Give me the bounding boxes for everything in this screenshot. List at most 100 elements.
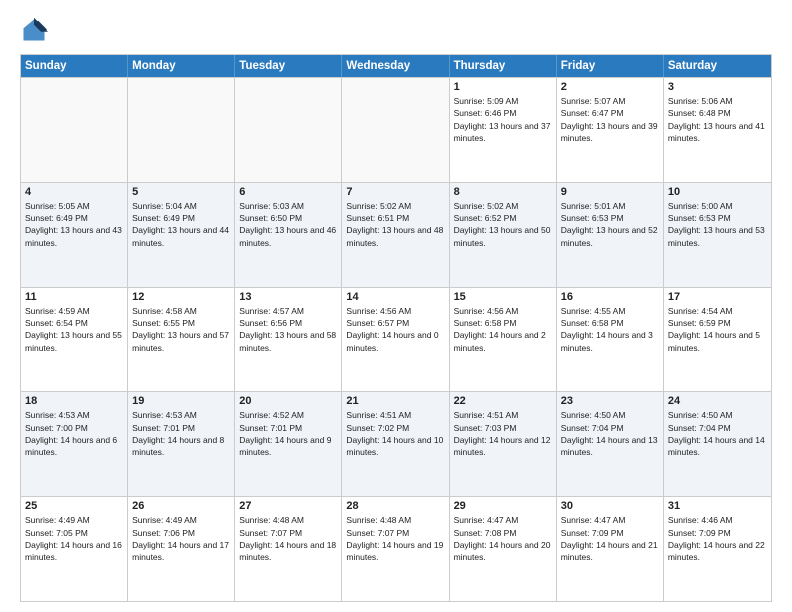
day-number: 31 [668, 500, 767, 512]
cell-sun-info: Sunrise: 4:55 AM Sunset: 6:58 PM Dayligh… [561, 305, 659, 354]
header-day-tuesday: Tuesday [235, 55, 342, 77]
empty-cell [235, 78, 342, 182]
cell-sun-info: Sunrise: 5:05 AM Sunset: 6:49 PM Dayligh… [25, 200, 123, 249]
day-cell-5: 5 Sunrise: 5:04 AM Sunset: 6:49 PM Daylig… [128, 183, 235, 287]
day-number: 19 [132, 395, 230, 407]
day-number: 2 [561, 81, 659, 93]
cell-sun-info: Sunrise: 4:53 AM Sunset: 7:00 PM Dayligh… [25, 409, 123, 458]
day-cell-12: 12Sunrise: 4:58 AM Sunset: 6:55 PM Dayli… [128, 288, 235, 392]
day-cell-1: 1 Sunrise: 5:09 AM Sunset: 6:46 PM Daylig… [450, 78, 557, 182]
header [20, 16, 772, 44]
day-cell-6: 6 Sunrise: 5:03 AM Sunset: 6:50 PM Daylig… [235, 183, 342, 287]
day-number: 4 [25, 186, 123, 198]
day-cell-10: 10 Sunrise: 5:00 AM Sunset: 6:53 PM Dayli… [664, 183, 771, 287]
day-number: 13 [239, 291, 337, 303]
cell-sun-info: Sunrise: 4:52 AM Sunset: 7:01 PM Dayligh… [239, 409, 337, 458]
empty-cell [21, 78, 128, 182]
cell-sun-info: Sunrise: 5:07 AM Sunset: 6:47 PM Dayligh… [561, 95, 659, 144]
day-cell-31: 31 Sunrise: 4:46 AM Sunset: 7:09 PM Dayli… [664, 497, 771, 601]
day-number: 30 [561, 500, 659, 512]
day-cell-4: 4 Sunrise: 5:05 AM Sunset: 6:49 PM Daylig… [21, 183, 128, 287]
cell-sun-info: Sunrise: 4:46 AM Sunset: 7:09 PM Dayligh… [668, 514, 767, 563]
day-number: 5 [132, 186, 230, 198]
day-number: 8 [454, 186, 552, 198]
day-cell-17: 17Sunrise: 4:54 AM Sunset: 6:59 PM Dayli… [664, 288, 771, 392]
day-cell-11: 11 Sunrise: 4:59 AM Sunset: 6:54 PM Dayli… [21, 288, 128, 392]
day-number: 16 [561, 291, 659, 303]
cell-sun-info: Sunrise: 4:50 AM Sunset: 7:04 PM Dayligh… [561, 409, 659, 458]
day-cell-22: 22 Sunrise: 4:51 AM Sunset: 7:03 PM Dayli… [450, 392, 557, 496]
day-number: 18 [25, 395, 123, 407]
cell-sun-info: Sunrise: 5:02 AM Sunset: 6:52 PM Dayligh… [454, 200, 552, 249]
cell-sun-info: Sunrise: 4:51 AM Sunset: 7:03 PM Dayligh… [454, 409, 552, 458]
day-cell-15: 15 Sunrise: 4:56 AM Sunset: 6:58 PM Dayli… [450, 288, 557, 392]
cell-sun-info: Sunrise: 4:59 AM Sunset: 6:54 PM Dayligh… [25, 305, 123, 354]
cell-sun-info: Sunrise: 4:48 AM Sunset: 7:07 PM Dayligh… [239, 514, 337, 563]
day-number: 3 [668, 81, 767, 93]
day-cell-30: 30 Sunrise: 4:47 AM Sunset: 7:09 PM Dayli… [557, 497, 664, 601]
day-number: 26 [132, 500, 230, 512]
day-cell-9: 9Sunrise: 5:01 AM Sunset: 6:53 PM Daylig… [557, 183, 664, 287]
cell-sun-info: Sunrise: 5:00 AM Sunset: 6:53 PM Dayligh… [668, 200, 767, 249]
day-cell-16: 16 Sunrise: 4:55 AM Sunset: 6:58 PM Dayli… [557, 288, 664, 392]
day-number: 12 [132, 291, 230, 303]
day-number: 15 [454, 291, 552, 303]
cell-sun-info: Sunrise: 5:03 AM Sunset: 6:50 PM Dayligh… [239, 200, 337, 249]
day-number: 7 [346, 186, 444, 198]
cell-sun-info: Sunrise: 4:53 AM Sunset: 7:01 PM Dayligh… [132, 409, 230, 458]
day-number: 10 [668, 186, 767, 198]
day-cell-13: 13 Sunrise: 4:57 AM Sunset: 6:56 PM Dayli… [235, 288, 342, 392]
cell-sun-info: Sunrise: 5:06 AM Sunset: 6:48 PM Dayligh… [668, 95, 767, 144]
day-number: 21 [346, 395, 444, 407]
day-number: 24 [668, 395, 767, 407]
day-cell-18: 18 Sunrise: 4:53 AM Sunset: 7:00 PM Dayli… [21, 392, 128, 496]
day-cell-25: 25Sunrise: 4:49 AM Sunset: 7:05 PM Dayli… [21, 497, 128, 601]
calendar: SundayMondayTuesdayWednesdayThursdayFrid… [20, 54, 772, 602]
calendar-body: 1 Sunrise: 5:09 AM Sunset: 6:46 PM Daylig… [21, 77, 771, 601]
day-number: 14 [346, 291, 444, 303]
cell-sun-info: Sunrise: 5:04 AM Sunset: 6:49 PM Dayligh… [132, 200, 230, 249]
day-number: 28 [346, 500, 444, 512]
logo-icon [20, 16, 48, 44]
day-cell-7: 7 Sunrise: 5:02 AM Sunset: 6:51 PM Daylig… [342, 183, 449, 287]
cell-sun-info: Sunrise: 4:49 AM Sunset: 7:06 PM Dayligh… [132, 514, 230, 563]
header-day-saturday: Saturday [664, 55, 771, 77]
day-cell-20: 20 Sunrise: 4:52 AM Sunset: 7:01 PM Dayli… [235, 392, 342, 496]
cell-sun-info: Sunrise: 4:56 AM Sunset: 6:57 PM Dayligh… [346, 305, 444, 354]
calendar-header: SundayMondayTuesdayWednesdayThursdayFrid… [21, 55, 771, 77]
day-number: 23 [561, 395, 659, 407]
day-cell-23: 23 Sunrise: 4:50 AM Sunset: 7:04 PM Dayli… [557, 392, 664, 496]
day-number: 9 [561, 186, 659, 198]
header-day-friday: Friday [557, 55, 664, 77]
day-cell-28: 28 Sunrise: 4:48 AM Sunset: 7:07 PM Dayli… [342, 497, 449, 601]
cell-sun-info: Sunrise: 4:49 AM Sunset: 7:05 PM Dayligh… [25, 514, 123, 563]
cell-sun-info: Sunrise: 4:57 AM Sunset: 6:56 PM Dayligh… [239, 305, 337, 354]
page: SundayMondayTuesdayWednesdayThursdayFrid… [0, 0, 792, 612]
day-cell-29: 29Sunrise: 4:47 AM Sunset: 7:08 PM Dayli… [450, 497, 557, 601]
cell-sun-info: Sunrise: 5:09 AM Sunset: 6:46 PM Dayligh… [454, 95, 552, 144]
day-number: 20 [239, 395, 337, 407]
cell-sun-info: Sunrise: 4:54 AM Sunset: 6:59 PM Dayligh… [668, 305, 767, 354]
day-cell-2: 2 Sunrise: 5:07 AM Sunset: 6:47 PM Daylig… [557, 78, 664, 182]
day-cell-27: 27Sunrise: 4:48 AM Sunset: 7:07 PM Dayli… [235, 497, 342, 601]
cell-sun-info: Sunrise: 5:02 AM Sunset: 6:51 PM Dayligh… [346, 200, 444, 249]
day-cell-26: 26 Sunrise: 4:49 AM Sunset: 7:06 PM Dayli… [128, 497, 235, 601]
cell-sun-info: Sunrise: 4:47 AM Sunset: 7:08 PM Dayligh… [454, 514, 552, 563]
day-cell-8: 8 Sunrise: 5:02 AM Sunset: 6:52 PM Daylig… [450, 183, 557, 287]
cell-sun-info: Sunrise: 4:47 AM Sunset: 7:09 PM Dayligh… [561, 514, 659, 563]
day-number: 11 [25, 291, 123, 303]
week-row-1: 1 Sunrise: 5:09 AM Sunset: 6:46 PM Daylig… [21, 77, 771, 182]
header-day-sunday: Sunday [21, 55, 128, 77]
header-day-thursday: Thursday [450, 55, 557, 77]
day-number: 22 [454, 395, 552, 407]
cell-sun-info: Sunrise: 4:50 AM Sunset: 7:04 PM Dayligh… [668, 409, 767, 458]
day-cell-19: 19 Sunrise: 4:53 AM Sunset: 7:01 PM Dayli… [128, 392, 235, 496]
day-number: 6 [239, 186, 337, 198]
header-day-wednesday: Wednesday [342, 55, 449, 77]
cell-sun-info: Sunrise: 4:56 AM Sunset: 6:58 PM Dayligh… [454, 305, 552, 354]
cell-sun-info: Sunrise: 4:51 AM Sunset: 7:02 PM Dayligh… [346, 409, 444, 458]
day-cell-24: 24 Sunrise: 4:50 AM Sunset: 7:04 PM Dayli… [664, 392, 771, 496]
day-number: 1 [454, 81, 552, 93]
week-row-3: 11 Sunrise: 4:59 AM Sunset: 6:54 PM Dayli… [21, 287, 771, 392]
cell-sun-info: Sunrise: 4:48 AM Sunset: 7:07 PM Dayligh… [346, 514, 444, 563]
